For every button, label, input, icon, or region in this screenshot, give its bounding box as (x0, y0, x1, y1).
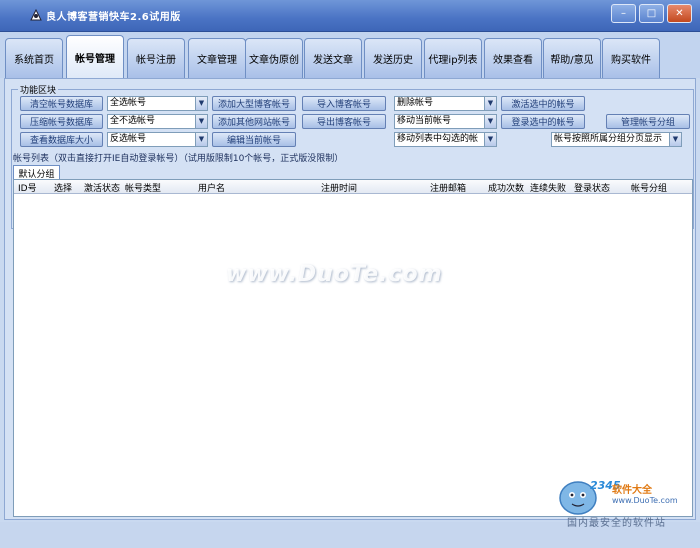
col-header-login-status[interactable]: 登录状态 (574, 181, 610, 194)
dropdown-arrow-icon[interactable]: ▼ (484, 97, 496, 110)
edit-current-button[interactable]: 编辑当前帐号 (212, 132, 296, 147)
tab-account-management[interactable]: 帐号管理 (66, 35, 124, 78)
page-by-group-dropdown[interactable]: 帐号按照所属分组分页显示 ▼ (551, 132, 682, 147)
add-big-blog-button[interactable]: 添加大型博客帐号 (212, 96, 296, 111)
tab-send-article[interactable]: 发送文章 (304, 38, 362, 78)
tab-article-rewrite[interactable]: 文章伪原创 (245, 38, 303, 78)
function-area-title: 功能区块 (18, 83, 59, 96)
dropdown-arrow-icon[interactable]: ▼ (484, 133, 496, 146)
maximize-button[interactable]: □ (639, 4, 664, 23)
export-blog-button[interactable]: 导出博客帐号 (302, 114, 386, 129)
dropdown-arrow-icon[interactable]: ▼ (195, 115, 207, 128)
brand-slogan: 国内最安全的软件站 (567, 518, 666, 529)
col-header-select[interactable]: 选择 (54, 181, 72, 194)
col-header-type[interactable]: 帐号类型 (125, 181, 161, 194)
move-checked-value: 移动列表中勾选的帐 (397, 134, 479, 144)
move-current-dropdown[interactable]: 移动当前帐号 ▼ (394, 114, 497, 129)
table-header: ID号 选择 激活状态 帐号类型 用户名 注册时间 注册邮箱 成功次数 连续失败… (14, 180, 692, 194)
move-current-value: 移动当前帐号 (397, 116, 452, 126)
page-by-group-value: 帐号按照所属分组分页显示 (554, 134, 663, 144)
select-all-value: 全选帐号 (110, 98, 147, 108)
delete-account-value: 删除帐号 (397, 98, 434, 108)
login-selected-button[interactable]: 登录选中的帐号 (501, 114, 585, 129)
col-header-success-count[interactable]: 成功次数 (488, 181, 524, 194)
tab-help-feedback[interactable]: 帮助/意见 (543, 38, 601, 78)
dropdown-arrow-icon[interactable]: ▼ (669, 133, 681, 146)
tab-system-home[interactable]: 系统首页 (5, 38, 63, 78)
dropdown-arrow-icon[interactable]: ▼ (484, 115, 496, 128)
app-icon (30, 9, 42, 21)
view-db-size-button[interactable]: 查看数据库大小 (20, 132, 103, 147)
watermark-text: www.DuoTe.com (226, 262, 443, 287)
window-title: 良人博客营销快车2.6试用版 (46, 12, 181, 23)
title-bar[interactable]: 良人博客营销快车2.6试用版 – □ ✕ (0, 0, 700, 32)
col-header-group[interactable]: 帐号分组 (631, 181, 667, 194)
col-header-reg-email[interactable]: 注册邮箱 (430, 181, 466, 194)
minimize-button[interactable]: – (611, 4, 636, 23)
compress-db-button[interactable]: 压缩帐号数据库 (20, 114, 103, 129)
add-other-site-button[interactable]: 添加其他网站帐号 (212, 114, 296, 129)
col-header-activation[interactable]: 激活状态 (84, 181, 120, 194)
col-header-id[interactable]: ID号 (18, 181, 37, 194)
move-checked-dropdown[interactable]: 移动列表中勾选的帐 ▼ (394, 132, 497, 147)
account-list-label: 帐号列表（双击直接打开IE自动登录帐号）（试用版限制10个帐号，正式版没限制） (13, 154, 344, 164)
manage-groups-button[interactable]: 管理帐号分组 (606, 114, 690, 129)
col-header-fail-count[interactable]: 连续失败 (530, 181, 566, 194)
close-button[interactable]: ✕ (667, 4, 692, 23)
select-invert-value: 反选帐号 (110, 134, 147, 144)
select-all-dropdown[interactable]: 全选帐号 ▼ (107, 96, 208, 111)
select-invert-dropdown[interactable]: 反选帐号 ▼ (107, 132, 208, 147)
tab-buy-software[interactable]: 购买软件 (602, 38, 660, 78)
col-header-reg-time[interactable]: 注册时间 (321, 181, 357, 194)
select-none-value: 全不选帐号 (110, 116, 156, 126)
tab-proxy-ip-list[interactable]: 代理ip列表 (424, 38, 482, 78)
account-table[interactable]: ID号 选择 激活状态 帐号类型 用户名 注册时间 注册邮箱 成功次数 连续失败… (13, 179, 693, 517)
group-tab-default[interactable]: 默认分组 (13, 165, 60, 180)
nav-tab-bar: 系统首页 帐号管理 帐号注册 文章管理 文章伪原创 发送文章 发送历史 代理ip… (0, 32, 700, 78)
account-management-panel: 功能区块 清空帐号数据库 压缩帐号数据库 查看数据库大小 全选帐号 ▼ 全不选帐… (4, 78, 696, 520)
brand-url: www.DuoTe.com (612, 496, 678, 505)
tab-account-registration[interactable]: 帐号注册 (127, 38, 185, 78)
dropdown-arrow-icon[interactable]: ▼ (195, 133, 207, 146)
dropdown-arrow-icon[interactable]: ▼ (195, 97, 207, 110)
import-blog-button[interactable]: 导入博客帐号 (302, 96, 386, 111)
tab-article-management[interactable]: 文章管理 (188, 38, 246, 78)
col-header-username[interactable]: 用户名 (198, 181, 225, 194)
clear-db-button[interactable]: 清空帐号数据库 (20, 96, 103, 111)
activate-selected-button[interactable]: 激活选中的帐号 (501, 96, 585, 111)
tab-effect-view[interactable]: 效果查看 (484, 38, 542, 78)
select-none-dropdown[interactable]: 全不选帐号 ▼ (107, 114, 208, 129)
brand-name: 软件大全 (612, 485, 652, 496)
tab-send-history[interactable]: 发送历史 (364, 38, 422, 78)
delete-account-dropdown[interactable]: 删除帐号 ▼ (394, 96, 497, 111)
